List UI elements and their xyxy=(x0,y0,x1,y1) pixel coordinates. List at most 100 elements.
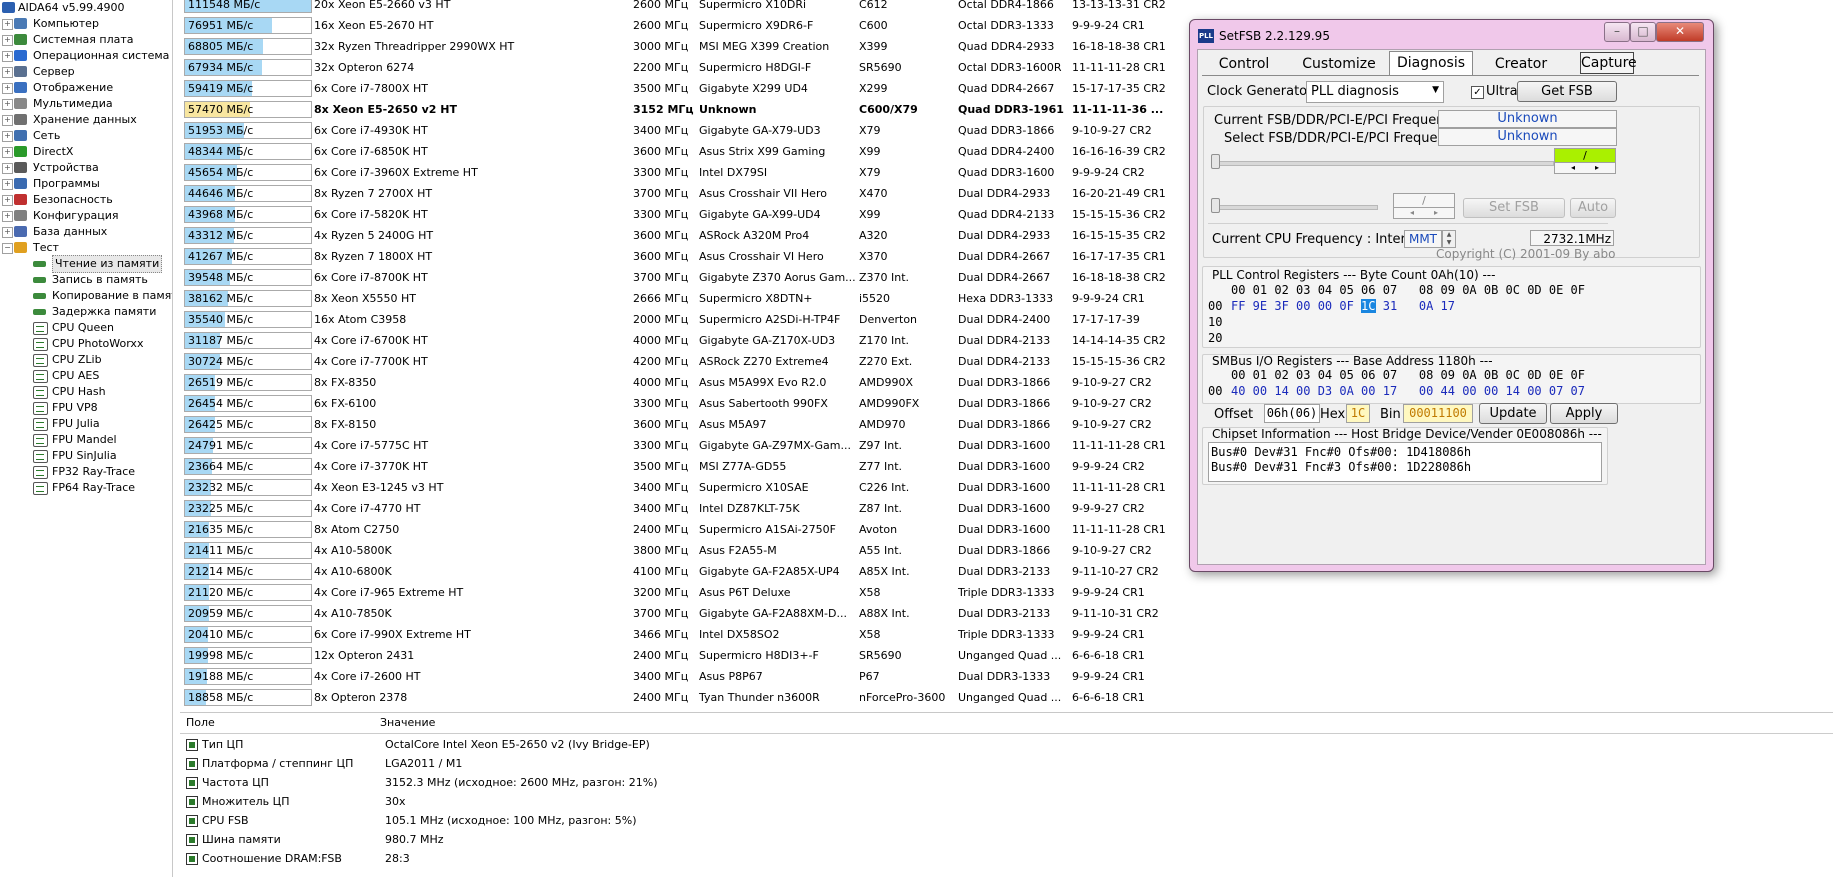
tree-test-item[interactable]: FPU VP8 xyxy=(0,400,170,416)
tree-test-item[interactable]: Копирование в памят xyxy=(0,288,172,304)
auto-button[interactable]: Auto xyxy=(1570,198,1616,218)
tree-item[interactable]: − Тест xyxy=(0,240,170,256)
tree-item[interactable]: + Сервер xyxy=(0,64,170,80)
navigation-tree[interactable]: AIDA64 v5.99.4900 + Компьютер + Системная пл… xyxy=(0,0,173,877)
apply-button[interactable]: Apply xyxy=(1550,403,1618,424)
second-slider-thumb[interactable] xyxy=(1211,198,1220,213)
tab-customize[interactable]: Customize xyxy=(1294,53,1384,75)
freq-cell: 3300 МГц xyxy=(633,397,689,410)
expand-toggle[interactable]: + xyxy=(2,51,13,62)
freq-spin-arrows-2[interactable]: ◂ ▸ xyxy=(1393,207,1455,219)
expand-toggle[interactable]: + xyxy=(2,115,13,126)
tree-item[interactable]: AIDA64 v5.99.4900 xyxy=(0,0,170,16)
pll-row-00[interactable]: FF 9E 3F 00 00 0F 1C 31 0A 17 xyxy=(1231,299,1455,313)
tab-creator[interactable]: Creator xyxy=(1486,53,1556,75)
mmt-spinner[interactable]: ▲ ▼ xyxy=(1442,230,1456,248)
score-value: 59419 МБ/с xyxy=(188,82,254,95)
capture-button[interactable]: Capture xyxy=(1580,52,1637,74)
tree-test-item[interactable]: FP64 Ray-Trace xyxy=(0,480,170,496)
tree-test-item[interactable]: CPU Hash xyxy=(0,384,170,400)
set-fsb-button[interactable]: Set FSB xyxy=(1463,198,1565,218)
tree-test-item[interactable]: CPU ZLib xyxy=(0,352,170,368)
tree-item-label: Устройства xyxy=(33,161,99,174)
score-bar: 35540 МБ/с xyxy=(184,311,312,328)
tree-item[interactable]: + Конфигурация xyxy=(0,208,170,224)
tree-test-item[interactable]: FPU SinJulia xyxy=(0,448,170,464)
expand-toggle[interactable]: + xyxy=(2,147,13,158)
details-row[interactable]: Соотношение DRAM:FSB 28:3 xyxy=(180,849,1833,868)
tree-item[interactable]: + DirectX xyxy=(0,144,170,160)
expand-toggle[interactable]: + xyxy=(2,67,13,78)
smbus-row-00[interactable]: 40 00 14 00 D3 0A 00 17 00 44 00 00 14 0… xyxy=(1231,384,1585,398)
tree-test-item[interactable]: FPU Mandel xyxy=(0,432,170,448)
tree-item[interactable]: + База данных xyxy=(0,224,170,240)
tree-test-item[interactable]: FP32 Ray-Trace xyxy=(0,464,170,480)
details-header-value[interactable]: Значение xyxy=(380,713,435,733)
details-row[interactable]: Платформа / степпинг ЦП LGA2011 / M1 xyxy=(180,754,1833,773)
score-value: 23232 МБ/с xyxy=(188,481,254,494)
tree-test-item[interactable]: CPU Queen xyxy=(0,320,170,336)
bin-field[interactable]: 00011100 xyxy=(1403,404,1473,423)
expand-toggle[interactable]: + xyxy=(2,227,13,238)
tree-item[interactable]: + Программы xyxy=(0,176,170,192)
fsb-slider[interactable] xyxy=(1212,161,1554,166)
setfsb-window[interactable]: PLL SetFSB 2.2.129.95 – □ ✕ Control Cust… xyxy=(1189,19,1714,572)
tree-item[interactable]: + Операционная система xyxy=(0,48,170,64)
offset-field[interactable]: 06h(06) xyxy=(1264,404,1320,423)
result-row[interactable]: 21120 МБ/с 4x Core i7-965 Extreme HT 3200 … xyxy=(180,582,1833,603)
expand-toggle[interactable]: + xyxy=(2,195,13,206)
hex-field[interactable]: 1C xyxy=(1346,404,1370,423)
memory-cell: Dual DDR4-2667 xyxy=(958,250,1051,263)
expand-toggle[interactable]: + xyxy=(2,131,13,142)
result-row[interactable]: 19188 МБ/с 4x Core i7-2600 HT 3400 МГц Asus… xyxy=(180,666,1833,687)
tab-control[interactable]: Control xyxy=(1212,53,1276,75)
details-row[interactable]: Множитель ЦП 30x xyxy=(180,792,1833,811)
details-row[interactable]: Частота ЦП 3152.3 MHz (исходное: 2600 MHz… xyxy=(180,773,1833,792)
tab-diagnosis[interactable]: Diagnosis xyxy=(1389,51,1473,76)
result-row[interactable]: 20959 МБ/с 4x A10-7850K 3700 МГц Gigabyte G… xyxy=(180,603,1833,624)
ultra-checkbox[interactable]: ✓ xyxy=(1471,86,1484,99)
second-slider[interactable] xyxy=(1212,205,1378,210)
expand-toggle[interactable]: + xyxy=(2,99,13,110)
details-header-field[interactable]: Поле xyxy=(186,713,215,733)
tree-item[interactable]: + Отображение xyxy=(0,80,170,96)
maximize-button[interactable]: □ xyxy=(1630,22,1656,42)
expand-toggle[interactable]: + xyxy=(2,163,13,174)
expand-toggle[interactable]: + xyxy=(2,19,13,30)
expand-toggle[interactable]: + xyxy=(2,35,13,46)
collapse-toggle[interactable]: − xyxy=(2,243,13,254)
minimize-button[interactable]: – xyxy=(1604,22,1630,42)
result-row[interactable]: 19998 МБ/с 12x Opteron 2431 2400 МГц Superm… xyxy=(180,645,1833,666)
details-row[interactable]: CPU FSB 105.1 MHz (исходное: 100 MHz, раз… xyxy=(180,811,1833,830)
tree-test-item[interactable]: Запись в память xyxy=(0,272,170,288)
expand-toggle[interactable]: + xyxy=(2,83,13,94)
result-row[interactable]: 20410 МБ/с 6x Core i7-990X Extreme HT 3466… xyxy=(180,624,1833,645)
tree-item[interactable]: + Безопасность xyxy=(0,192,170,208)
fsb-slider-thumb[interactable] xyxy=(1211,154,1220,169)
fsb-spin-arrows[interactable]: ◂ ▸ xyxy=(1554,162,1616,174)
tree-item[interactable]: + Системная плата xyxy=(0,32,170,48)
expand-toggle[interactable]: + xyxy=(2,211,13,222)
tree-test-item[interactable]: CPU PhotoWorxx xyxy=(0,336,170,352)
tree-item[interactable]: + Сеть xyxy=(0,128,170,144)
update-button[interactable]: Update xyxy=(1479,403,1547,424)
tree-item[interactable]: + Хранение данных xyxy=(0,112,170,128)
clock-generator-select[interactable]: PLL diagnosis ▼ xyxy=(1306,81,1444,103)
tree-test-item[interactable]: Чтение из памяти xyxy=(0,255,170,273)
result-row[interactable]: 111548 МБ/с 20x Xeon E5-2660 v3 HT 2600 МГ… xyxy=(180,0,1833,15)
pll-selected-cell[interactable]: 1C xyxy=(1361,299,1376,313)
tree-test-item[interactable]: CPU AES xyxy=(0,368,170,384)
result-row[interactable]: 18858 МБ/с 8x Opteron 2378 2400 МГц Tyan Th… xyxy=(180,687,1833,708)
expand-toggle[interactable]: + xyxy=(2,179,13,190)
tree-item[interactable]: + Компьютер xyxy=(0,16,170,32)
get-fsb-button[interactable]: Get FSB xyxy=(1517,81,1617,102)
tree-test-item[interactable]: FPU Julia xyxy=(0,416,170,432)
chipset-info-box[interactable]: Bus#0 Dev#31 Fnc#0 Ofs#00: 1D418086h Bus… xyxy=(1208,442,1602,482)
tree-item[interactable]: + Устройства xyxy=(0,160,170,176)
details-row[interactable]: Тип ЦП OctalCore Intel Xeon E5-2650 v2 (I… xyxy=(180,735,1833,754)
freq-cell: 3200 МГц xyxy=(633,586,689,599)
details-row[interactable]: Шина памяти 980.7 MHz xyxy=(180,830,1833,849)
tree-item[interactable]: + Мультимедиа xyxy=(0,96,170,112)
close-button[interactable]: ✕ xyxy=(1656,22,1704,42)
tree-test-item[interactable]: Задержка памяти xyxy=(0,304,170,320)
